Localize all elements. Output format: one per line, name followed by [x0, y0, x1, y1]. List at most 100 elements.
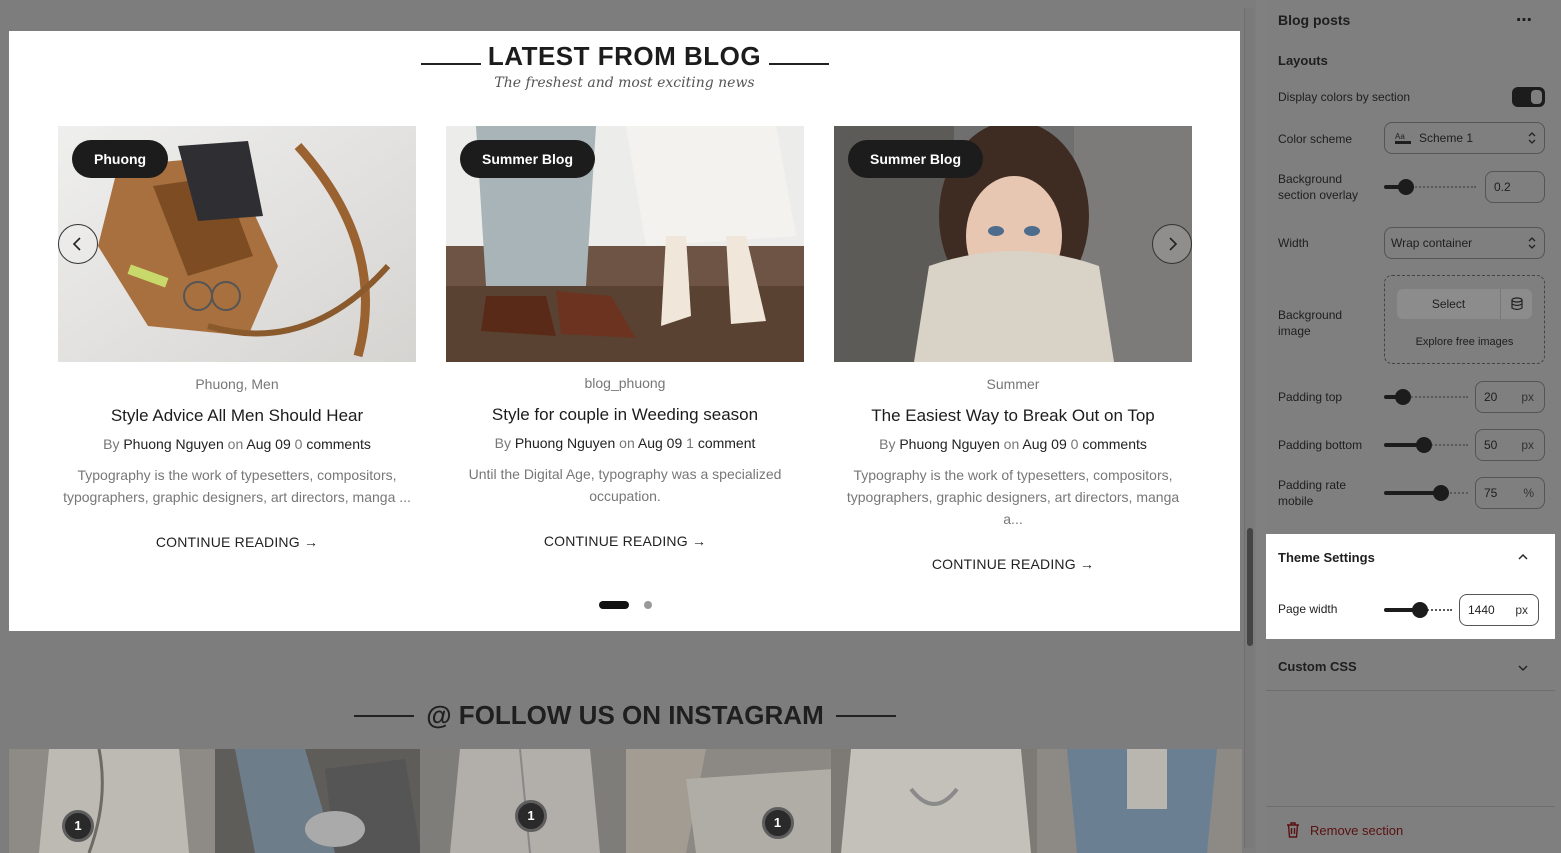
instagram-count-badge: 1 — [62, 810, 94, 842]
unit-label: px — [1521, 438, 1534, 452]
slider-knob[interactable] — [1416, 437, 1432, 453]
database-icon[interactable] — [1500, 289, 1532, 319]
chevron-left-icon — [72, 237, 81, 251]
instagram-heading-wrap: @ FOLLOW US ON INSTAGRAM — [354, 700, 896, 731]
page-width-slider[interactable] — [1384, 602, 1452, 618]
instagram-tile[interactable]: 1 — [9, 749, 215, 853]
meta-date: Aug 09 — [1022, 436, 1067, 452]
meta-comment-count: 1 — [686, 435, 694, 451]
bg-overlay-slider[interactable] — [1384, 179, 1476, 195]
instagram-tile[interactable] — [1036, 749, 1242, 853]
slider-knob[interactable] — [1398, 179, 1414, 195]
width-select[interactable]: Wrap container — [1384, 227, 1545, 259]
display-colors-toggle[interactable] — [1512, 87, 1545, 107]
blog-card-meta: By Phuong Nguyen on Aug 09 0 comments — [834, 436, 1192, 452]
explore-free-images-link[interactable]: Explore free images — [1385, 336, 1544, 348]
blog-card-image-couple[interactable]: Summer Blog — [446, 126, 804, 362]
more-horizontal-icon[interactable]: ⋯ — [1516, 10, 1533, 30]
bg-image-label: Background image — [1278, 308, 1343, 338]
padding-mobile-input[interactable]: 75% — [1475, 477, 1545, 509]
bg-overlay-label: Background section overlay — [1278, 172, 1359, 202]
blog-card-title[interactable]: Style for couple in Weeding season — [446, 405, 804, 425]
blog-card[interactable]: Summer Blog Summer The Easiest Way to Br… — [834, 126, 1192, 572]
heading-line-right — [769, 63, 829, 65]
slider-track — [1408, 396, 1468, 398]
blog-card-image-bag[interactable]: Phuong — [58, 126, 416, 362]
blog-card[interactable]: Summer Blog blog_phuong Style for couple… — [446, 126, 804, 549]
blog-card-badge[interactable]: Summer Blog — [460, 140, 596, 178]
padding-bottom-input[interactable]: 50 px — [1475, 429, 1545, 461]
slider-track — [1412, 186, 1476, 188]
color-scheme-select[interactable]: Aa Scheme 1 — [1384, 122, 1545, 154]
continue-reading-link[interactable]: CONTINUE READING → — [446, 533, 804, 549]
blog-card-title[interactable]: Style Advice All Men Should Hear — [58, 406, 416, 426]
custom-css-heading[interactable]: Custom CSS — [1278, 659, 1357, 674]
layouts-heading: Layouts — [1278, 53, 1328, 68]
chevron-right-icon — [1169, 237, 1178, 251]
instagram-tile[interactable]: 1 — [420, 749, 626, 853]
carousel-next-button[interactable] — [1152, 224, 1192, 264]
chevron-updown-icon — [1528, 132, 1536, 144]
slider-knob[interactable] — [1395, 389, 1411, 405]
blog-card-category[interactable]: blog_phuong — [446, 375, 804, 391]
instagram-gallery: 1 1 1 — [9, 749, 1242, 853]
meta-on: on — [227, 436, 244, 452]
blog-card-badge[interactable]: Phuong — [72, 140, 169, 178]
section-settings-panel: Blog posts ⋯ Layouts Display colors by s… — [1266, 0, 1561, 853]
chevron-down-icon[interactable] — [1518, 664, 1528, 672]
blog-card-image-woman[interactable]: Summer Blog — [834, 126, 1192, 362]
page-width-value: 1440 — [1468, 603, 1495, 617]
blog-card[interactable]: Phuong Phuong, Men Style Advice All Men … — [58, 126, 416, 550]
page-width-input[interactable]: 1440 px — [1459, 594, 1539, 626]
blog-card-category[interactable]: Phuong, Men — [58, 376, 416, 392]
bg-image-picker[interactable]: Select Explore free images — [1384, 275, 1545, 364]
theme-settings-heading[interactable]: Theme Settings — [1278, 550, 1375, 565]
page-width-label: Page width — [1278, 602, 1338, 616]
remove-section-button[interactable]: Remove section — [1286, 822, 1403, 838]
instagram-tile[interactable] — [214, 749, 420, 853]
padding-top-label: Padding top — [1278, 390, 1343, 404]
blog-card-excerpt: Typography is the work of typesetters, c… — [63, 467, 411, 505]
slider-knob[interactable] — [1412, 602, 1428, 618]
bg-overlay-input[interactable]: 0.2 — [1485, 171, 1545, 203]
meta-on: on — [1003, 436, 1020, 452]
meta-author[interactable]: Phuong Nguyen — [515, 435, 615, 451]
blog-card-badge[interactable]: Summer Blog — [848, 140, 984, 178]
blog-posts-section[interactable]: LATEST FROM BLOG The freshest and most e… — [9, 31, 1240, 631]
blog-card-category[interactable]: Summer — [834, 376, 1192, 392]
instagram-tile[interactable]: 1 — [625, 749, 831, 853]
slider-track — [1428, 444, 1468, 446]
slider-knob[interactable] — [1433, 485, 1449, 501]
meta-author[interactable]: Phuong Nguyen — [123, 436, 223, 452]
scrollbar-thumb[interactable] — [1247, 528, 1253, 646]
pagination-dot-active[interactable] — [599, 601, 629, 609]
instagram-tile[interactable] — [831, 749, 1037, 853]
continue-reading-link[interactable]: CONTINUE READING → — [58, 534, 416, 550]
carousel-prev-button[interactable] — [58, 224, 98, 264]
padding-top-slider[interactable] — [1384, 389, 1468, 405]
padding-top-input[interactable]: 20 px — [1475, 381, 1545, 413]
svg-text:Aa: Aa — [1395, 132, 1405, 141]
meta-date: Aug 09 — [246, 436, 291, 452]
meta-by: By — [103, 436, 120, 452]
preview-scrollbar[interactable] — [1244, 8, 1254, 848]
pagination-dot[interactable] — [644, 601, 652, 609]
padding-mobile-slider[interactable] — [1384, 485, 1468, 501]
meta-comments[interactable]: comments — [1082, 436, 1147, 452]
instagram-count-badge: 1 — [761, 807, 794, 839]
remove-section-label: Remove section — [1310, 822, 1404, 838]
blog-card-title[interactable]: The Easiest Way to Break Out on Top — [834, 406, 1192, 426]
meta-date: Aug 09 — [637, 435, 683, 451]
meta-comments[interactable]: comment — [698, 435, 756, 451]
padding-bottom-slider[interactable] — [1384, 437, 1468, 453]
meta-author[interactable]: Phuong Nguyen — [899, 436, 999, 452]
blog-card-excerpt: Typography is the work of typesetters, c… — [846, 467, 1180, 527]
bg-image-select-button[interactable]: Select — [1397, 289, 1500, 319]
unit-label: px — [1521, 390, 1534, 404]
meta-comments[interactable]: comments — [306, 436, 371, 452]
padding-top-value: 20 — [1484, 390, 1498, 404]
chevron-up-icon[interactable] — [1518, 553, 1528, 561]
display-colors-label: Display colors by section — [1278, 90, 1411, 104]
color-scheme-label: Color scheme — [1278, 132, 1353, 146]
continue-reading-link[interactable]: CONTINUE READING → — [834, 556, 1192, 572]
